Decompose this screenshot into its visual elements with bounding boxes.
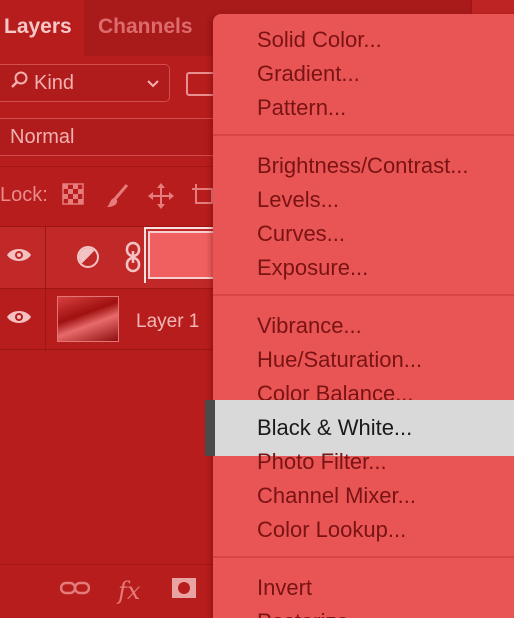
layer-mask-thumbnail[interactable] xyxy=(148,231,216,279)
menu-item[interactable]: Pattern... xyxy=(213,91,514,125)
tab-channels[interactable]: Channels xyxy=(98,15,193,39)
menu-separator xyxy=(213,294,514,296)
kind-filter-select[interactable]: Kind xyxy=(0,64,170,102)
menu-item[interactable]: Color Lookup... xyxy=(213,513,514,547)
menu-item[interactable]: Posterize... xyxy=(213,605,514,618)
layer-name[interactable]: Layer 1 xyxy=(136,311,199,333)
eye-icon[interactable] xyxy=(6,243,32,271)
menu-item[interactable]: Solid Color... xyxy=(213,23,514,57)
eye-icon[interactable] xyxy=(6,305,32,333)
menu-item[interactable]: Hue/Saturation... xyxy=(213,343,514,377)
lock-transparent-icon[interactable] xyxy=(62,183,84,209)
image-filter-icon[interactable] xyxy=(186,72,216,96)
adjustment-layer-menu: Solid Color... Gradient... Pattern... Brigh… xyxy=(205,14,514,618)
add-mask-icon[interactable] xyxy=(172,577,196,605)
fx-icon[interactable]: fx xyxy=(118,577,140,605)
layer-thumbnail xyxy=(57,296,119,342)
menu-separator xyxy=(213,556,514,558)
link-icon[interactable] xyxy=(124,241,142,280)
menu-item[interactable]: Channel Mixer... xyxy=(213,479,514,513)
menu-item[interactable]: Gradient... xyxy=(213,57,514,91)
artboard-lock-icon[interactable] xyxy=(192,183,214,211)
adjustment-layer-icon xyxy=(77,246,99,268)
chevron-down-icon xyxy=(145,72,161,99)
move-icon[interactable] xyxy=(148,183,174,213)
search-icon xyxy=(10,70,30,96)
menu-item[interactable]: Brightness/Contrast... xyxy=(213,149,514,183)
kind-filter-label: Kind xyxy=(34,71,75,94)
menu-item[interactable]: Levels... xyxy=(213,183,514,217)
menu-item[interactable]: Photo Filter... xyxy=(213,445,514,479)
menu-item[interactable]: Vibrance... xyxy=(213,309,514,343)
menu-separator xyxy=(213,134,514,136)
lock-label: Lock: xyxy=(0,184,48,206)
tab-layers[interactable]: Layers xyxy=(0,0,84,56)
menu-item[interactable]: Invert xyxy=(213,571,514,605)
brush-icon[interactable] xyxy=(106,183,130,213)
link-layers-icon[interactable] xyxy=(59,577,91,605)
menu-item[interactable]: Curves... xyxy=(213,217,514,251)
menu-item[interactable]: Exposure... xyxy=(213,251,514,285)
blend-mode-select[interactable]: Normal xyxy=(0,118,225,156)
